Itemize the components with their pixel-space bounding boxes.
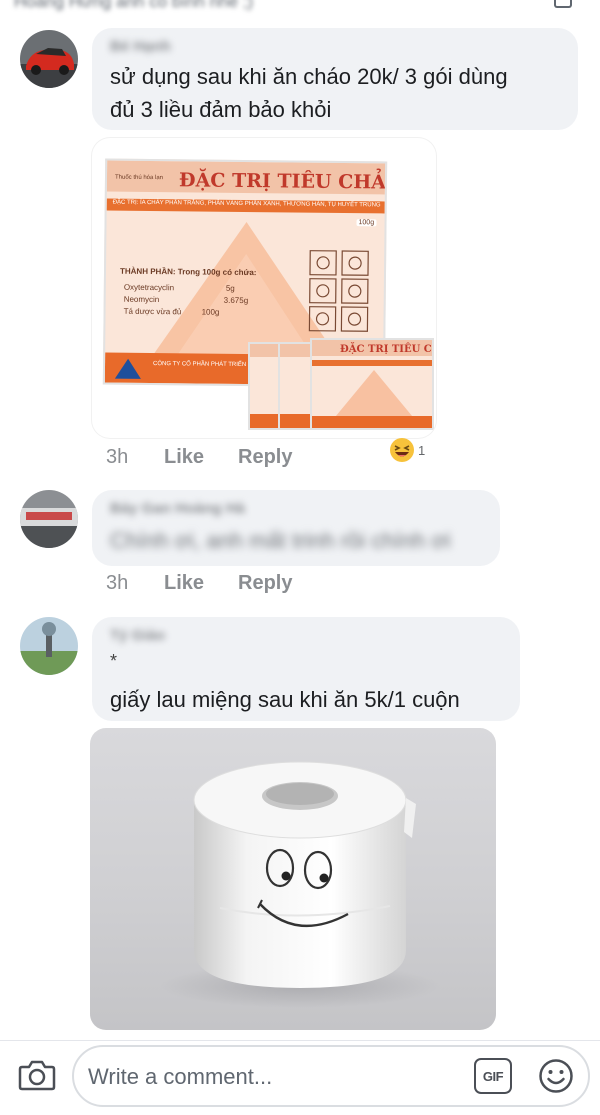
comment-author[interactable]: Bé Hạnh	[110, 38, 171, 55]
avatar[interactable]	[20, 30, 78, 88]
company-logo-icon	[114, 358, 141, 379]
comment-author[interactable]: Bảy Gan Hoàng Hà	[110, 500, 245, 517]
ingredient-name: Oxytetracyclin	[123, 282, 175, 293]
comment-text: giấy lau miệng sau khi ăn 5k/1 cuộn	[110, 687, 460, 712]
comment-author[interactable]: Tý Giảo	[110, 627, 165, 644]
comment-text: sử dụng sau khi ăn cháo 20k/ 3 gói dùng	[110, 64, 508, 89]
comment-input[interactable]	[88, 1057, 468, 1097]
camera-icon	[18, 1060, 56, 1091]
toilet-paper-roll-image	[160, 761, 440, 1008]
reaction-badge[interactable]: 1	[389, 436, 425, 464]
smiley-icon	[539, 1059, 573, 1093]
ingredient-amount: 100g	[201, 307, 220, 317]
like-button[interactable]: Like	[164, 572, 204, 595]
comment-timestamp[interactable]: 3h	[106, 446, 128, 469]
page-corner-icon[interactable]	[554, 0, 572, 8]
camera-button[interactable]	[18, 1058, 56, 1092]
package-title: ĐẶC TRỊ TIÊU CHẢY	[178, 169, 388, 194]
ingredients-heading: THÀNH PHẦN: Trong 100g có chứa:	[119, 266, 257, 278]
attached-image[interactable]: Thuốc thú hóa lan ĐẶC TRỊ TIÊU CHẢY ĐẶC …	[92, 138, 436, 438]
medicine-sachet-front: ĐẶC TRỊ TIÊU CHẢY	[310, 338, 434, 430]
ingredient-name: Neomycin	[123, 294, 160, 305]
attached-image[interactable]	[90, 728, 496, 1030]
comment-text: Chính ơi, anh mất trinh rồi chính ơi	[110, 528, 451, 553]
comment-timestamp[interactable]: 3h	[106, 572, 128, 595]
animal-icons-grid	[308, 250, 369, 332]
reaction-count: 1	[418, 442, 426, 458]
avatar[interactable]	[20, 617, 78, 675]
comment-bubble[interactable]: Tý Giảo * giấy lau miệng sau khi ăn 5k/1…	[92, 617, 520, 721]
comment-text: đủ 3 liều đảm bảo khỏi	[110, 97, 332, 122]
package-small-label: Thuốc thú hóa lan	[114, 174, 164, 182]
like-button[interactable]: Like	[164, 446, 204, 469]
comment-bubble[interactable]: Bảy Gan Hoàng Hà Chính ơi, anh mất trinh…	[92, 490, 500, 566]
avatar[interactable]	[20, 490, 78, 548]
comment-bubble[interactable]: Bé Hạnh sử dụng sau khi ăn cháo 20k/ 3 g…	[92, 28, 578, 130]
comment-input-box[interactable]	[72, 1045, 590, 1107]
ingredient-amount: 3.675g	[223, 295, 249, 306]
reply-button[interactable]: Reply	[238, 446, 292, 469]
sachet-title: ĐẶC TRỊ TIÊU CHẢY	[340, 344, 432, 355]
previous-comment-cutoff: Hoàng Hưng anh có bình nhé ;)	[0, 0, 600, 16]
gif-button[interactable]: GIF	[474, 1058, 512, 1094]
package-company: CÔNG TY CỔ PHẦN PHÁT TRIỂN	[153, 361, 247, 369]
comment-star: *	[110, 651, 118, 671]
reply-button[interactable]: Reply	[238, 572, 292, 595]
emoji-button[interactable]	[538, 1058, 574, 1094]
ingredient-amount: 5g	[225, 283, 235, 293]
laughing-emoji-icon	[390, 438, 414, 462]
ingredient-name: Tá dược vừa đủ	[123, 306, 182, 317]
cutoff-text: Hoàng Hưng anh có bình nhé ;)	[14, 0, 254, 11]
